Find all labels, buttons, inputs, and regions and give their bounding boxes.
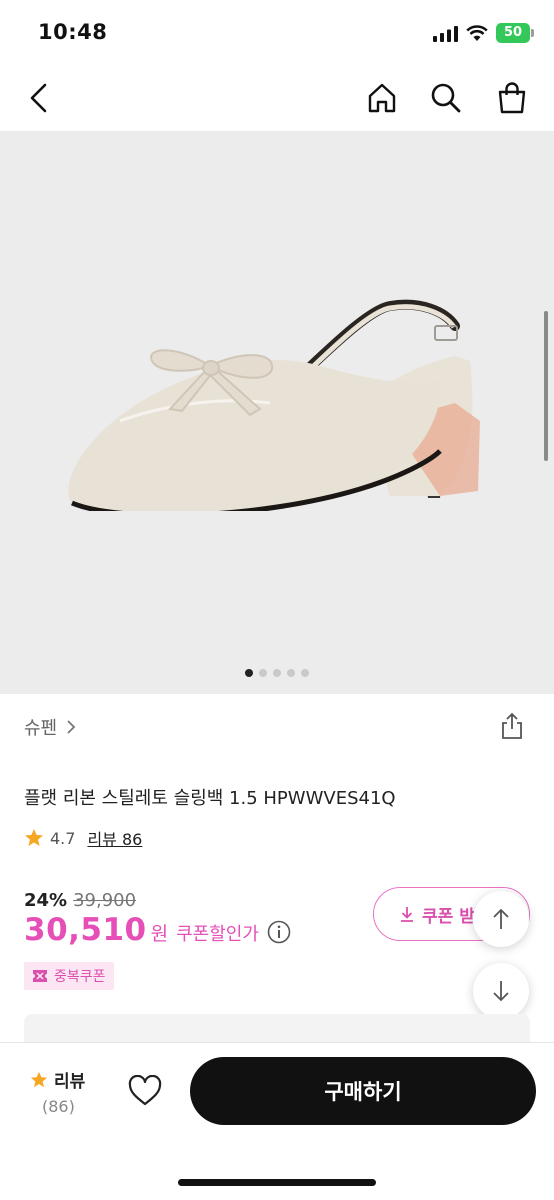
home-icon	[368, 83, 396, 113]
scroll-top-button[interactable]	[473, 891, 529, 947]
arrow-down-icon	[493, 981, 509, 1002]
gallery-dot[interactable]	[287, 669, 295, 677]
price-unit: 원	[150, 923, 169, 945]
gallery-dot[interactable]	[245, 669, 253, 677]
info-icon[interactable]	[267, 920, 291, 944]
battery-icon: 50	[496, 23, 534, 43]
original-price: 39,900	[73, 889, 137, 911]
product-image-gallery[interactable]	[0, 131, 554, 694]
discount-row: 24% 39,900	[24, 888, 136, 912]
battery-level: 50	[503, 25, 523, 40]
coupon-button-label: 쿠폰 받	[422, 906, 475, 927]
product-title: 플랫 리본 스틸레토 슬링백 1.5 HPWWVES41Q	[24, 788, 396, 809]
heart-icon[interactable]	[128, 1075, 162, 1107]
coupon-icon	[33, 970, 47, 982]
shopping-bag-icon	[498, 82, 526, 114]
wifi-icon	[466, 25, 488, 41]
brand-name: 슈펜	[24, 718, 58, 739]
signal-icon	[433, 26, 458, 42]
brand-link[interactable]: 슈펜	[24, 714, 77, 740]
gallery-dot[interactable]	[273, 669, 281, 677]
status-bar: 10:48 50	[0, 0, 554, 66]
home-indicator	[178, 1179, 376, 1186]
rating-row: 4.7 리뷰 86	[24, 826, 142, 850]
star-icon	[30, 1071, 48, 1087]
arrow-up-icon	[493, 908, 509, 929]
chevron-right-icon	[67, 720, 76, 734]
price-label: 쿠폰할인가	[176, 924, 259, 945]
gallery-pagination	[0, 669, 554, 681]
home-button[interactable]	[364, 80, 400, 116]
badge-label: 중복쿠폰	[54, 969, 106, 985]
discount-rate: 24%	[24, 889, 68, 911]
price-row: 30,510 원 쿠폰할인가	[24, 912, 291, 952]
sale-price: 30,510	[24, 912, 147, 948]
search-icon	[431, 83, 461, 113]
gallery-dot[interactable]	[301, 669, 309, 677]
buy-button[interactable]: 구매하기	[190, 1057, 536, 1125]
download-icon	[401, 907, 413, 922]
top-nav	[0, 66, 554, 130]
duplicate-coupon-badge: 중복쿠폰	[24, 962, 114, 990]
product-image	[68, 299, 480, 511]
search-button[interactable]	[428, 80, 464, 116]
bottom-review-button[interactable]: 리뷰	[30, 1067, 85, 1092]
gallery-dot[interactable]	[259, 669, 267, 677]
bottom-action-bar: 리뷰 (86) 구매하기	[0, 1042, 554, 1200]
rating-value: 4.7	[50, 828, 76, 848]
star-icon	[25, 829, 43, 846]
cart-button[interactable]	[494, 80, 530, 116]
bottom-review-label: 리뷰	[54, 1072, 86, 1092]
bottom-review-count: (86)	[42, 1097, 75, 1116]
chevron-left-icon	[30, 83, 47, 113]
status-time: 10:48	[38, 20, 108, 44]
scroll-bottom-button[interactable]	[473, 963, 529, 1019]
share-icon[interactable]	[498, 712, 526, 740]
review-link[interactable]: 리뷰 86	[87, 826, 142, 850]
back-button[interactable]	[22, 80, 58, 116]
scrollbar[interactable]	[544, 311, 548, 461]
